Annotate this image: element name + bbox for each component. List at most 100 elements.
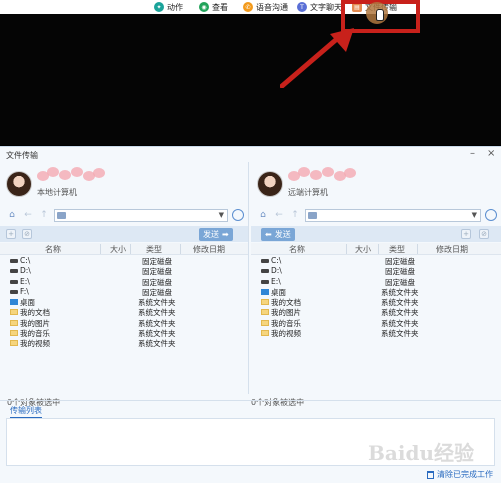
refresh-icon[interactable] — [485, 209, 497, 221]
folder-icon — [261, 319, 269, 326]
item-name: D:\ — [20, 266, 31, 276]
list-item[interactable]: 我的视频 系统文件夹 — [0, 338, 248, 348]
new-folder-icon[interactable]: + — [6, 229, 16, 239]
file-transfer-window: 文件传输 – × 本地计算机 ⌂ ← ↑ ▼ + ⊘ 发送 ➡ 名称 大小 类型… — [0, 146, 501, 483]
item-name: C:\ — [271, 256, 282, 265]
list-item[interactable]: D:\ 固定磁盘 — [0, 266, 248, 276]
home-icon[interactable]: ⌂ — [6, 209, 18, 221]
col-type[interactable]: 类型 — [146, 244, 162, 255]
col-name[interactable]: 名称 — [45, 244, 61, 255]
folder-icon — [308, 211, 317, 219]
arrow-right-icon: ➡ — [222, 229, 229, 239]
list-item[interactable]: 桌面 系统文件夹 — [251, 287, 501, 297]
toolbar-text-chat-button[interactable]: T 文字聊天 — [297, 1, 342, 13]
drive-icon — [261, 259, 269, 263]
drive-icon — [10, 259, 18, 263]
close-button[interactable]: × — [487, 148, 495, 159]
folder-icon — [10, 340, 18, 347]
item-name: D:\ — [271, 266, 282, 276]
col-date[interactable]: 修改日期 — [193, 244, 225, 255]
col-size[interactable]: 大小 — [110, 244, 126, 255]
refresh-icon[interactable] — [232, 209, 244, 221]
toolbar-action-label: 动作 — [167, 2, 183, 12]
drive-icon — [261, 269, 269, 274]
remote-screen-area — [0, 14, 501, 145]
remote-path-select[interactable]: ▼ — [305, 208, 481, 222]
remote-action-row: ⬅ 发送 + ⊘ — [251, 226, 501, 242]
list-item[interactable]: 我的音乐 系统文件夹 — [0, 328, 248, 338]
drive-icon — [10, 279, 18, 284]
local-address-row: ⌂ ← ↑ ▼ — [6, 207, 244, 223]
local-column-header: 名称 大小 类型 修改日期 — [0, 243, 248, 255]
action-icon: ✦ — [154, 2, 164, 12]
item-name: C:\ — [20, 256, 31, 265]
item-name: F:\ — [20, 286, 29, 296]
desktop-icon — [261, 288, 269, 295]
list-item[interactable]: C:\ 固定磁盘 — [0, 256, 248, 266]
remote-avatar — [257, 171, 283, 197]
toolbar-text-chat-label: 文字聊天 — [310, 2, 342, 12]
up-icon[interactable]: ↑ — [38, 209, 50, 221]
clear-completed-button[interactable]: 清除已完成工作 — [427, 469, 493, 480]
local-path-select[interactable]: ▼ — [54, 208, 228, 222]
chevron-down-icon: ▼ — [218, 210, 224, 219]
list-item[interactable]: 我的文档 系统文件夹 — [0, 307, 248, 317]
list-item[interactable]: E:\ 固定磁盘 — [0, 277, 248, 287]
item-type: 系统文件夹 — [381, 329, 419, 339]
red-arrow-icon — [280, 28, 354, 88]
remote-toolbar: ✦ 动作 ◉ 查看 ✆ 语音沟通 T 文字聊天 ▤ 文件传输 — [0, 0, 501, 14]
home-icon[interactable]: ⌂ — [257, 209, 269, 221]
col-type[interactable]: 类型 — [389, 244, 405, 255]
folder-icon — [10, 309, 18, 316]
list-item[interactable]: 我的音乐 系统文件夹 — [251, 318, 501, 328]
receive-button[interactable]: ⬅ 发送 — [261, 227, 295, 241]
list-item[interactable]: F:\ 固定磁盘 — [0, 287, 248, 297]
drive-icon — [10, 289, 18, 294]
folder-icon — [10, 319, 18, 326]
remote-panel: 远端计算机 ⌂ ← ↑ ▼ ⬅ 发送 + ⊘ 名称 大小 类型 修改日期 C:\… — [251, 162, 501, 407]
delete-icon[interactable]: ⊘ — [22, 229, 32, 239]
list-item[interactable]: 桌面 系统文件夹 — [0, 297, 248, 307]
tab-transfer-list[interactable]: 传输列表 — [10, 405, 42, 418]
list-item[interactable]: 我的视频 系统文件夹 — [251, 328, 501, 338]
list-item[interactable]: 我的文档 系统文件夹 — [251, 297, 501, 307]
remote-file-list: C:\ 固定磁盘 D:\ 固定磁盘 E:\ 固定磁盘 桌面 系统文件夹 我的文档 系统文件夹 我的图… — [251, 256, 501, 338]
col-date[interactable]: 修改日期 — [436, 244, 468, 255]
item-name: E:\ — [271, 276, 281, 286]
col-name[interactable]: 名称 — [289, 244, 305, 255]
receive-label: 发送 — [274, 229, 291, 239]
trash-icon — [427, 470, 434, 479]
item-type: 系统文件夹 — [138, 339, 176, 349]
toolbar-voice-button[interactable]: ✆ 语音沟通 — [243, 1, 288, 13]
minimize-button[interactable]: – — [470, 148, 475, 159]
col-size[interactable]: 大小 — [355, 244, 371, 255]
toolbar-view-button[interactable]: ◉ 查看 — [199, 1, 228, 13]
list-item[interactable]: E:\ 固定磁盘 — [251, 277, 501, 287]
chevron-down-icon: ▼ — [471, 210, 477, 219]
local-action-row: + ⊘ 发送 ➡ — [0, 226, 248, 242]
send-button[interactable]: 发送 ➡ — [199, 227, 233, 241]
local-avatar — [6, 171, 32, 197]
list-item[interactable]: D:\ 固定磁盘 — [251, 266, 501, 276]
new-folder-icon[interactable]: + — [461, 229, 471, 239]
back-icon[interactable]: ← — [22, 209, 34, 221]
window-title: 文件传输 — [6, 151, 38, 160]
toolbar-view-label: 查看 — [212, 2, 228, 12]
item-name: E:\ — [20, 276, 30, 286]
item-name: 我的视频 — [271, 329, 301, 339]
up-icon[interactable]: ↑ — [289, 209, 301, 221]
list-item[interactable]: 我的图片 系统文件夹 — [0, 318, 248, 328]
toolbar-action-button[interactable]: ✦ 动作 — [154, 1, 183, 13]
hand-cursor-icon — [376, 9, 384, 21]
list-item[interactable]: C:\ 固定磁盘 — [251, 256, 501, 266]
hearts-decoration — [288, 167, 356, 185]
folder-icon — [261, 299, 269, 306]
watermark: Baidu经验 — [368, 441, 474, 465]
toolbar-voice-label: 语音沟通 — [256, 2, 288, 12]
delete-icon[interactable]: ⊘ — [479, 229, 489, 239]
back-icon[interactable]: ← — [273, 209, 285, 221]
local-computer-label: 本地计算机 — [37, 188, 77, 197]
clear-completed-label: 清除已完成工作 — [437, 470, 493, 479]
list-item[interactable]: 我的图片 系统文件夹 — [251, 307, 501, 317]
remote-column-header: 名称 大小 类型 修改日期 — [251, 243, 501, 255]
